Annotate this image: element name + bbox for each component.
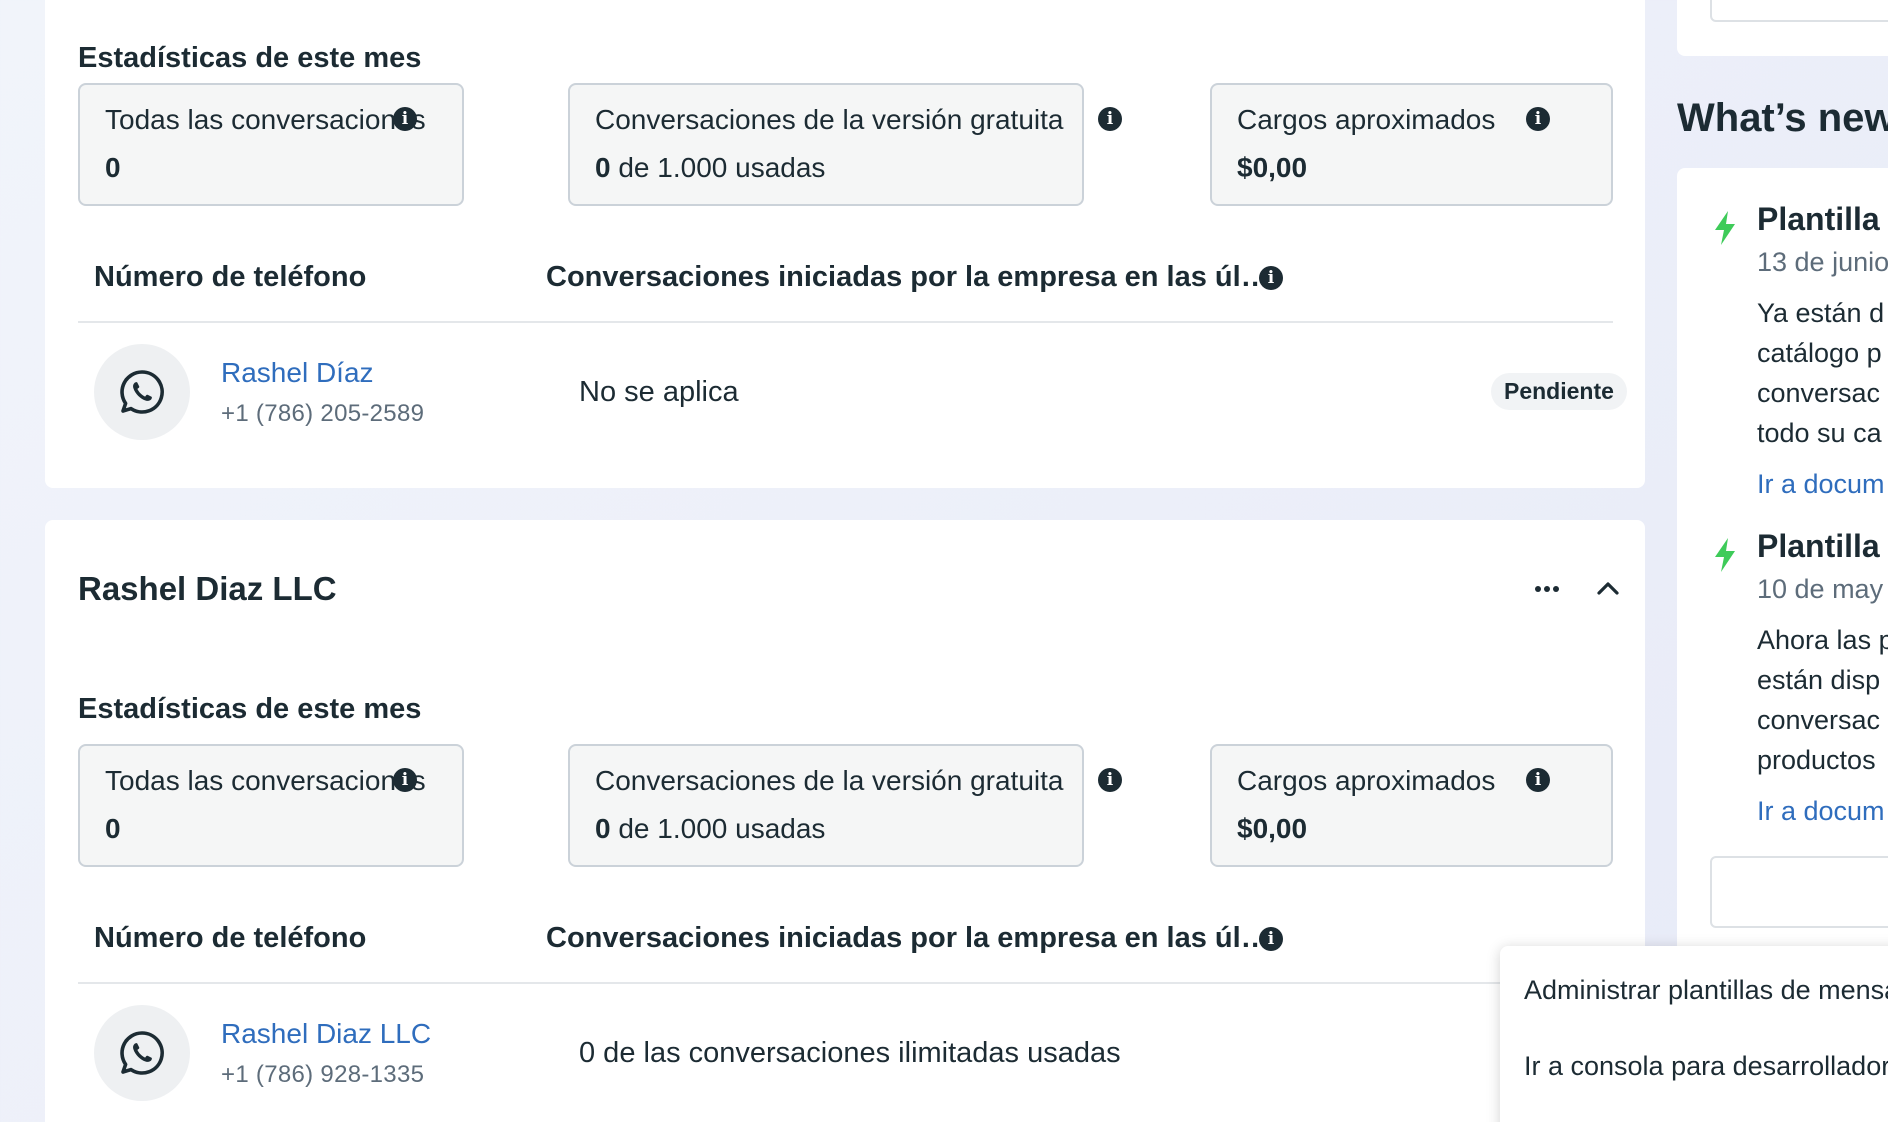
stat-approx-charges: Cargos aproximados i $0,00 [1210,83,1613,206]
menu-item-manage-templates[interactable]: Administrar plantillas de mensajes [1524,975,1888,1006]
info-icon[interactable]: i [393,768,417,792]
info-icon[interactable]: i [1526,768,1550,792]
phone-name-link[interactable]: Rashel Díaz [221,357,374,389]
phone-number: +1 (786) 205-2589 [221,400,425,427]
news-date: 13 de junio [1757,247,1888,277]
stat-all-conversations: Todas las conversaciones i 0 [78,744,464,867]
account-title: Rashel Diaz LLC [78,570,337,607]
stat-approx-charges: Cargos aproximados i $0,00 [1210,744,1613,867]
news-footer-button[interactable] [1710,856,1888,928]
stat-label: Conversaciones de la versión gratuita [595,765,1064,796]
news-title: Plantilla [1757,528,1880,564]
stat-label: Todas las conversaciones [105,765,426,796]
waba-card-2: Rashel Diaz LLC Estadísticas de este mes… [45,520,1645,1122]
stat-label: Conversaciones de la versión gratuita [595,104,1064,135]
stat-value: 0 de 1.000 usadas [595,813,826,844]
info-icon[interactable]: i [1526,107,1550,131]
info-icon[interactable]: i [1098,768,1122,792]
phone-table-header: Número de teléfono Conversaciones inicia… [78,238,1613,323]
whats-new-title: What’s new [1677,96,1888,140]
table-row: Rashel Díaz +1 (786) 205-2589 No se apli… [78,326,1627,456]
stat-value: $0,00 [1237,813,1308,844]
menu-item-developer-console[interactable]: Ir a consola para desarrolladores [1524,1051,1888,1082]
phone-number: +1 (786) 928-1335 [221,1061,425,1088]
info-icon[interactable]: i [1259,266,1283,290]
chevron-up-icon[interactable] [1590,570,1626,606]
conversations-value: 0 de las conversaciones ilimitadas usada… [579,1037,1121,1069]
phone-name-link[interactable]: Rashel Diaz LLC [221,1018,431,1050]
more-options-icon[interactable] [1525,570,1569,606]
phone-table-header: Número de teléfono Conversaciones inicia… [78,899,1613,984]
right-top-card [1677,0,1888,56]
news-doc-link[interactable]: Ir a docum [1757,469,1885,500]
stat-label: Cargos aproximados [1237,765,1496,796]
news-doc-link[interactable]: Ir a docum [1757,796,1885,827]
more-options-menu: Administrar plantillas de mensajes Ir a … [1500,946,1888,1122]
col-conversations-header: Conversaciones iniciadas por la empresa … [546,261,1270,293]
stat-value: 0 [105,813,121,844]
conversations-value: No se aplica [579,376,739,408]
info-icon[interactable]: i [393,107,417,131]
bolt-icon [1715,211,1735,245]
stat-value: $0,00 [1237,152,1308,183]
stat-free-conversations: Conversaciones de la versión gratuita i … [568,744,1122,867]
col-conversations-header: Conversaciones iniciadas por la empresa … [546,922,1270,954]
news-body: Ya están d catálogo p conversac todo su … [1757,298,1885,448]
stat-label: Todas las conversaciones [105,104,426,135]
whatsapp-icon [94,1005,190,1101]
col-phone-header: Número de teléfono [94,922,367,954]
table-row: Rashel Diaz LLC +1 (786) 928-1335 0 de l… [78,987,1613,1117]
stat-value: 0 de 1.000 usadas [595,152,826,183]
stats-title: Estadísticas de este mes [78,42,422,74]
news-title: Plantilla [1757,201,1880,237]
info-icon[interactable]: i [1259,927,1283,951]
right-top-field[interactable] [1710,0,1888,22]
news-body: Ahora las p están disp conversac product… [1757,625,1888,775]
stats-title: Estadísticas de este mes [78,693,422,725]
info-icon[interactable]: i [1098,107,1122,131]
stat-label: Cargos aproximados [1237,104,1496,135]
status-badge: Pendiente [1491,373,1627,410]
whatsapp-icon [94,344,190,440]
stat-free-conversations: Conversaciones de la versión gratuita i … [568,83,1122,206]
stat-value: 0 [105,152,121,183]
waba-card-1: Estadísticas de este mes Todas las conve… [45,0,1645,488]
col-phone-header: Número de teléfono [94,261,367,293]
news-date: 10 de may [1757,574,1884,604]
stat-all-conversations: Todas las conversaciones i 0 [78,83,464,206]
bolt-icon [1715,538,1735,572]
